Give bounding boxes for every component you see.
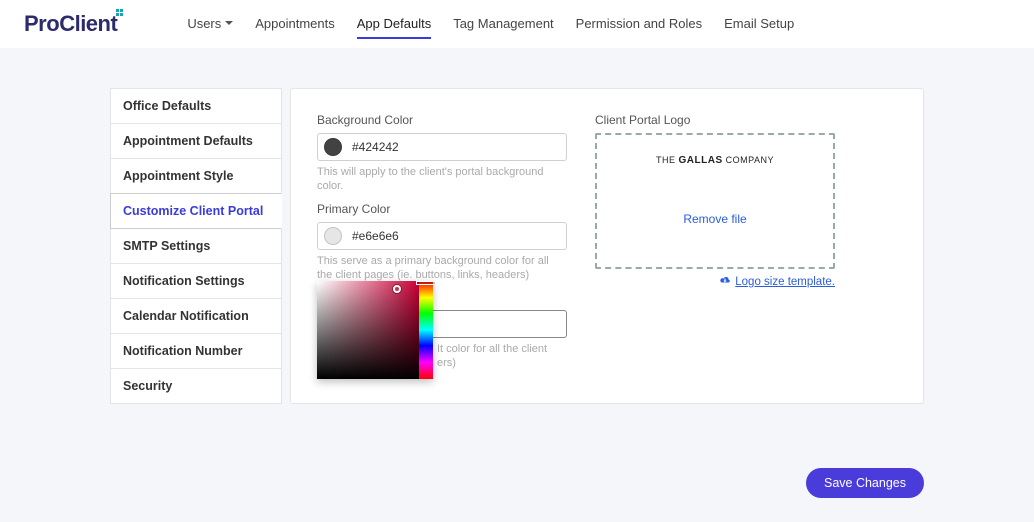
nav-email-setup[interactable]: Email Setup (724, 10, 794, 39)
brand-client: Client (59, 11, 117, 36)
side-nav: Office Defaults Appointment Defaults App… (110, 88, 282, 404)
nav-permission-roles[interactable]: Permission and Roles (576, 10, 702, 39)
brand-pro: Pro (24, 11, 59, 36)
sidenav-appointment-style[interactable]: Appointment Style (110, 158, 282, 194)
color-picker-hue[interactable] (419, 281, 433, 379)
top-bar: ProClient Users Appointments App Default… (0, 0, 1034, 48)
sidenav-office-defaults[interactable]: Office Defaults (110, 88, 282, 124)
nav-app-defaults[interactable]: App Defaults (357, 10, 431, 39)
sidenav-customize-client-portal[interactable]: Customize Client Portal (110, 193, 282, 229)
content-panel: Background Color #424242 This will apply… (290, 88, 924, 404)
nav-tag-management[interactable]: Tag Management (453, 10, 553, 39)
color-picker-sv-handle[interactable] (393, 285, 401, 293)
nav-users-label: Users (187, 16, 221, 31)
primary-color-hint: This serve as a primary background color… (317, 254, 567, 283)
bg-color-input[interactable]: #424242 (317, 133, 567, 161)
chevron-down-icon (225, 21, 233, 25)
logo-dropzone[interactable]: THE GALLAS COMPANY Remove file (595, 133, 835, 269)
top-nav: Users Appointments App Defaults Tag Mana… (187, 10, 794, 39)
nav-users[interactable]: Users (187, 10, 233, 39)
sidenav-security[interactable]: Security (110, 368, 282, 404)
sidenav-appointment-defaults[interactable]: Appointment Defaults (110, 123, 282, 159)
sidenav-smtp-settings[interactable]: SMTP Settings (110, 228, 282, 264)
logo-size-template-link[interactable]: Logo size template. (735, 276, 835, 288)
sidenav-calendar-notification[interactable]: Calendar Notification (110, 298, 282, 334)
primary-color-input[interactable]: #e6e6e6 (317, 222, 567, 250)
bg-color-hint: This will apply to the client's portal b… (317, 165, 567, 194)
bg-color-label: Background Color (317, 113, 567, 127)
client-portal-logo-label: Client Portal Logo (595, 113, 835, 127)
uploaded-logo-preview: THE GALLAS COMPANY (656, 155, 774, 166)
primary-color-label: Primary Color (317, 202, 567, 216)
sidenav-notification-number[interactable]: Notification Number (110, 333, 282, 369)
bg-color-value: #424242 (352, 140, 399, 154)
color-picker-hue-handle[interactable] (416, 281, 436, 285)
save-changes-button[interactable]: Save Changes (806, 468, 924, 498)
color-picker-saturation[interactable] (317, 281, 419, 379)
primary-color-swatch (324, 227, 342, 245)
secondary-color-hint: It color for all the client ers) (437, 342, 567, 371)
brand-logo[interactable]: ProClient (24, 11, 117, 37)
brand-dots-icon (116, 9, 123, 16)
remove-file-link[interactable]: Remove file (683, 212, 746, 226)
color-picker-popover[interactable] (317, 281, 433, 379)
nav-appointments[interactable]: Appointments (255, 10, 335, 39)
cloud-download-icon (719, 275, 731, 288)
sidenav-notification-settings[interactable]: Notification Settings (110, 263, 282, 299)
primary-color-value: #e6e6e6 (352, 229, 399, 243)
bg-color-swatch (324, 138, 342, 156)
page-body: Office Defaults Appointment Defaults App… (0, 48, 1034, 522)
